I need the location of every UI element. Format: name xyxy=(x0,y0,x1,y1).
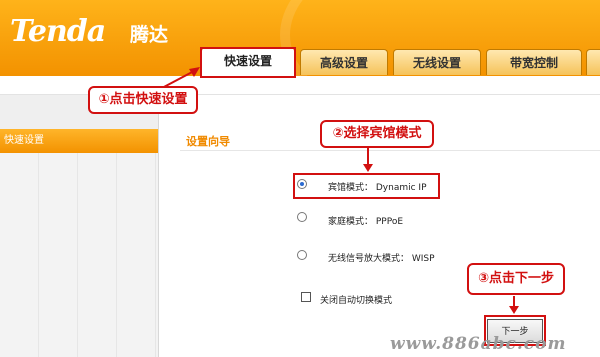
watermark: www.886abc.com xyxy=(390,334,567,354)
annotation-arrows xyxy=(161,67,519,314)
annotation-step1: ①点击快速设置 xyxy=(88,86,198,114)
arrow-head-step2 xyxy=(363,164,373,172)
annotation-step3: ③点击下一步 xyxy=(467,263,565,295)
arrow-head-step3 xyxy=(509,306,519,314)
annotation-step2: ②选择宾馆模式 xyxy=(320,120,434,148)
